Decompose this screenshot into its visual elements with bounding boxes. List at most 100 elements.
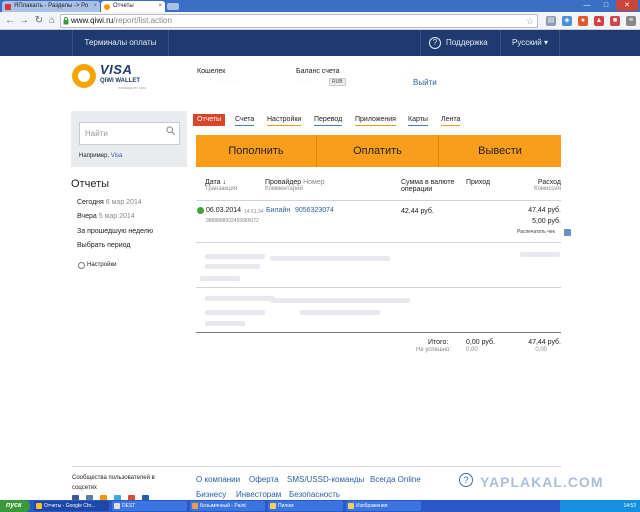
tab-transfer[interactable]: Перевод (314, 114, 343, 126)
blurred-row (200, 276, 240, 281)
tab-reports[interactable]: Отчеты (193, 114, 226, 126)
total-expense-failed: 0,00 (535, 347, 547, 353)
search-icon[interactable] (166, 126, 175, 135)
browser-tab[interactable]: ЯПлакалъ - Разделы -> Ро × (2, 1, 100, 12)
extension-icon[interactable]: ◈ (562, 16, 572, 26)
address-bar[interactable]: www.qiwi.ru/report/list.action ☆ (60, 14, 538, 28)
folder-icon (270, 503, 276, 509)
menu-icon[interactable]: ≡ (626, 16, 636, 26)
forward-arrow-icon[interactable]: → (18, 15, 30, 27)
watermark: YAPLAKAL.COM (480, 474, 604, 490)
reload-icon[interactable]: ↻ (33, 15, 45, 27)
col-expense-sub: Комиссия (534, 186, 561, 192)
yesterday-date: 5 мар 2014 (98, 213, 135, 220)
browser-tab-active[interactable]: Отчеты × (101, 1, 165, 12)
footer-divider (72, 466, 561, 467)
col-expense-header: Расход Комиссия (520, 179, 561, 192)
withdraw-button[interactable]: Вывести (439, 135, 561, 167)
blurred-row (300, 310, 380, 315)
qiwi-logo-icon (72, 64, 96, 88)
tab-accounts[interactable]: Счета (235, 114, 255, 126)
minimize-button[interactable]: — (578, 0, 596, 11)
taskbar-item[interactable]: Безымянный - Paint (190, 501, 265, 511)
terminals-link[interactable]: Терминалы оплаты (72, 30, 169, 56)
yesterday-link[interactable]: Вчера 5 мар 2014 (77, 213, 135, 220)
url-path: /report/list.action (113, 16, 172, 25)
close-tab-icon[interactable]: × (158, 1, 162, 12)
taskbar-item[interactable]: Изображения (346, 501, 421, 511)
col-provider-sub: Комментарий (265, 186, 303, 192)
pay-button[interactable]: Оплатить (317, 135, 439, 167)
wallet-label: Кошелек (197, 68, 226, 75)
system-tray-clock[interactable]: 14:52 (560, 500, 640, 512)
table-divider (196, 287, 561, 288)
footer-link-online[interactable]: Всегда Online (370, 475, 421, 484)
adblock-icon[interactable]: ■ (610, 16, 620, 26)
row-commission: 5,00 руб. (532, 218, 561, 225)
print-receipt-link[interactable]: Распечатать чек (517, 229, 555, 235)
blurred-row (205, 254, 265, 259)
paint-icon (192, 503, 198, 509)
search-input[interactable]: Найти (79, 122, 180, 145)
action-bar: Пополнить Оплатить Вывести (196, 135, 561, 167)
reports-heading: Отчеты (71, 178, 110, 190)
language-select[interactable]: Русский ▾ (500, 30, 560, 56)
search-example: Например, Visa (79, 153, 122, 159)
browser-tab-label: Отчеты (113, 3, 134, 9)
footer-link-business[interactable]: Бизнесу (196, 490, 226, 499)
footer-link-investors[interactable]: Инвесторам (236, 490, 281, 499)
table-divider (196, 332, 561, 333)
close-window-button[interactable]: ✕ (616, 0, 638, 11)
bookmark-star-icon[interactable]: ☆ (526, 15, 534, 27)
printer-icon[interactable] (564, 229, 571, 236)
qiwi-visa-logo[interactable]: VISA QIWI WALLET POWERED BY QIWI (72, 62, 162, 94)
new-tab-button[interactable] (167, 3, 179, 10)
browser-tabstrip: ЯПлакалъ - Разделы -> Ро × Отчеты × — □ … (0, 0, 640, 12)
taskbar-item[interactable]: Отчеты - Google Chr... (34, 501, 109, 511)
taskbar-item[interactable]: DEST (112, 501, 187, 511)
tab-feed[interactable]: Лента (441, 114, 461, 126)
back-arrow-icon[interactable]: ← (4, 15, 16, 27)
taskbar-item-label: Отчеты - Google Chr... (44, 503, 96, 509)
taskbar-item-label: Изображения (356, 503, 388, 509)
today-link[interactable]: Сегодня 6 мар 2014 (77, 199, 142, 206)
search-example-link[interactable]: Visa (111, 153, 123, 159)
row-date: 06.03.2014 (206, 207, 242, 214)
currency-badge[interactable]: RUB (329, 78, 346, 86)
logout-link[interactable]: Выйти (413, 78, 437, 87)
taskbar-item[interactable]: Пилим (268, 501, 343, 511)
col-date-header[interactable]: Дата ↓ Транзакция (205, 179, 237, 192)
total-income: 0,00 руб. (466, 339, 495, 346)
last-week-link[interactable]: За прошедшую неделю (77, 228, 153, 235)
os-taskbar: пуск Отчеты - Google Chr... DEST Безымян… (0, 500, 640, 512)
settings-link[interactable]: Настройки (78, 262, 117, 269)
row-sum: 42,44 руб. (401, 208, 434, 215)
settings-label: Настройки (87, 262, 117, 268)
maximize-button[interactable]: □ (597, 0, 615, 11)
extension-icon[interactable]: ▤ (546, 16, 556, 26)
footer-link-offer[interactable]: Оферта (249, 475, 279, 484)
footer-link-about[interactable]: О компании (196, 475, 240, 484)
extension-icon[interactable]: ▲ (594, 16, 604, 26)
tab-cards[interactable]: Карты (408, 114, 428, 126)
footer-link-security[interactable]: Безопасность (289, 490, 340, 499)
home-icon[interactable]: ⌂ (46, 15, 58, 27)
blurred-row (205, 296, 275, 301)
close-tab-icon[interactable]: × (93, 1, 97, 12)
tab-apps[interactable]: Приложения (355, 114, 396, 126)
tab-settings[interactable]: Настройки (267, 114, 302, 126)
row-txn: 9888888002455886072 (206, 218, 259, 224)
topup-button[interactable]: Пополнить (196, 135, 317, 167)
choose-period-link[interactable]: Выбрать период (77, 242, 130, 249)
table-divider (196, 242, 561, 243)
blurred-row (520, 252, 560, 257)
gear-icon (78, 262, 85, 269)
app-icon (114, 503, 120, 509)
start-button[interactable]: пуск (0, 500, 30, 512)
extension-icon[interactable]: ● (578, 16, 588, 26)
support-link[interactable]: ? Поддержка (420, 30, 500, 56)
folder-icon (348, 503, 354, 509)
footer-link-sms[interactable]: SMS/USSD-команды (287, 475, 364, 484)
row-provider[interactable]: Билайн (266, 207, 290, 214)
help-icon[interactable]: ? (459, 473, 473, 487)
